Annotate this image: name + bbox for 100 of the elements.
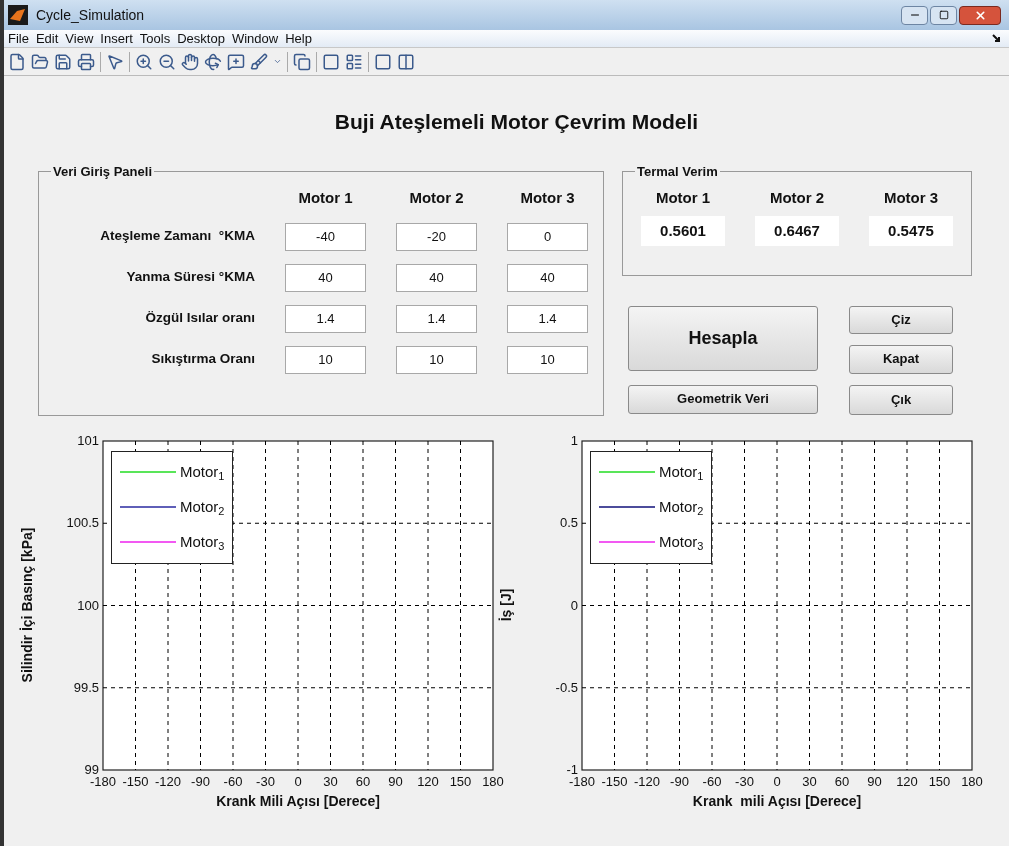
input-field[interactable]: 1.4: [285, 304, 366, 333]
y-tick-label: 100.5: [66, 514, 99, 530]
x-tick-label: 150: [928, 773, 951, 789]
menu-item[interactable]: Desktop: [177, 28, 225, 49]
x-tick-label: -90: [191, 773, 210, 789]
column-header: Motor 1: [297, 188, 354, 208]
input-field[interactable]: 10: [285, 345, 366, 374]
y-tick-label: 0: [570, 597, 578, 612]
x-tick-label: -60: [223, 773, 243, 789]
input-field[interactable]: 1.4: [396, 304, 477, 333]
x-tick-label: -90: [670, 773, 689, 789]
calculate-button[interactable]: Hesapla: [628, 305, 818, 371]
x-tick-label: 150: [449, 773, 472, 789]
pan-icon[interactable]: [181, 52, 199, 71]
x-tick-label: -150: [601, 773, 628, 789]
x-tick-label: 180: [482, 773, 504, 789]
save-icon[interactable]: [54, 52, 72, 71]
caret-icon[interactable]: [273, 57, 282, 66]
y-tick-label: -0.5: [555, 679, 578, 695]
geometry-button[interactable]: Geometrik Veri: [628, 384, 818, 414]
x-tick-label: 90: [388, 773, 403, 789]
menu-item[interactable]: Insert: [100, 28, 133, 49]
x-tick-label: 30: [323, 773, 338, 789]
column-header: Motor 1: [654, 188, 712, 208]
exit-button[interactable]: Çık: [849, 384, 953, 415]
x-tick-label: 90: [867, 773, 882, 789]
result-value: 0.5475: [869, 215, 953, 246]
column-header: Motor 3: [519, 188, 576, 208]
maximize-button[interactable]: [930, 5, 957, 25]
column-header: Motor 3: [882, 188, 940, 208]
legend-icon[interactable]: [345, 52, 363, 71]
x-tick-label: -60: [702, 773, 722, 789]
y-axis-label: İş [J]: [497, 588, 515, 622]
x-tick-label: 120: [417, 773, 439, 789]
x-tick-label: -30: [256, 773, 275, 789]
app-logo-icon: [8, 5, 28, 25]
y-tick-label: 100: [77, 597, 99, 612]
y-tick-label: 101: [77, 432, 99, 448]
input-field[interactable]: 1.4: [507, 304, 588, 333]
input-field[interactable]: 10: [507, 345, 588, 374]
x-axis-label: Krank Mili Açısı [Derece]: [216, 792, 380, 809]
panel-icon[interactable]: [397, 52, 415, 71]
input-field[interactable]: 0: [507, 222, 588, 251]
menu-item[interactable]: File: [8, 28, 29, 49]
input-field[interactable]: -20: [396, 222, 477, 251]
y-axis-label: Silindir İçi Basınç [kPa]: [18, 527, 36, 683]
x-tick-label: 0: [773, 773, 781, 789]
field-label: Özgül Isılar oranı: [144, 309, 255, 328]
x-tick-label: -30: [735, 773, 754, 789]
square-icon[interactable]: [374, 52, 392, 71]
legend-label: Motor$_{3}$: [180, 531, 225, 554]
rotate-icon[interactable]: [204, 52, 222, 71]
legend-label: Motor$_{2}$: [180, 496, 225, 519]
zoom-in-icon[interactable]: [135, 52, 153, 71]
open-folder-icon[interactable]: [31, 52, 49, 71]
input-field[interactable]: 10: [396, 345, 477, 374]
menu-item[interactable]: Tools: [139, 28, 171, 49]
x-tick-label: -120: [155, 773, 181, 789]
dock-arrow-icon[interactable]: [992, 34, 1001, 43]
page-heading: Buji Ateşlemeli Motor Çevrim Modeli: [333, 109, 700, 135]
menu-item[interactable]: Edit: [35, 28, 59, 49]
field-label: Sıkıştırma Oranı: [150, 350, 255, 369]
x-tick-label: 0: [294, 773, 302, 789]
close-icon: [973, 8, 987, 22]
close-app-button[interactable]: Kapat: [849, 344, 953, 374]
result-value: 0.6467: [755, 215, 839, 246]
pointer-icon[interactable]: [106, 52, 124, 71]
print-icon[interactable]: [77, 52, 95, 71]
x-tick-label: 30: [802, 773, 817, 789]
zoom-out-icon[interactable]: [158, 52, 176, 71]
draw-button[interactable]: Çiz: [849, 305, 953, 334]
close-button[interactable]: [959, 5, 1001, 25]
menu-item[interactable]: Help: [285, 28, 312, 49]
menu-item[interactable]: View: [65, 28, 94, 49]
x-tick-label: 60: [355, 773, 371, 789]
y-tick-label: 1: [570, 432, 578, 448]
new-file-icon[interactable]: [8, 52, 26, 71]
menu-item[interactable]: Window: [231, 28, 279, 49]
y-tick-label: 99.5: [73, 679, 99, 695]
panel-title: Veri Giriş Paneli: [52, 162, 153, 181]
window-title: Cycle_Simulation: [36, 5, 145, 25]
legend-label: Motor$_{1}$: [180, 461, 225, 484]
input-field[interactable]: 40: [396, 263, 477, 292]
input-field[interactable]: -40: [285, 222, 366, 251]
minimize-button[interactable]: [901, 5, 928, 25]
x-tick-label: -150: [122, 773, 149, 789]
maximize-icon: [938, 10, 949, 20]
field-label: Ateşleme Zamanı °KMA: [99, 227, 255, 246]
brush-icon[interactable]: [250, 52, 268, 71]
x-tick-label: -120: [634, 773, 660, 789]
y-tick-label: 0.5: [559, 514, 578, 530]
x-tick-label: 120: [896, 773, 918, 789]
legend-label: Motor$_{3}$: [659, 531, 704, 554]
input-field[interactable]: 40: [285, 263, 366, 292]
legend-label: Motor$_{2}$: [659, 496, 704, 519]
legend-label: Motor$_{1}$: [659, 461, 704, 484]
column-header: Motor 2: [408, 188, 465, 208]
input-field[interactable]: 40: [507, 263, 588, 292]
field-label: Yanma Süresi °KMA: [125, 268, 255, 287]
result-value: 0.5601: [641, 215, 725, 246]
